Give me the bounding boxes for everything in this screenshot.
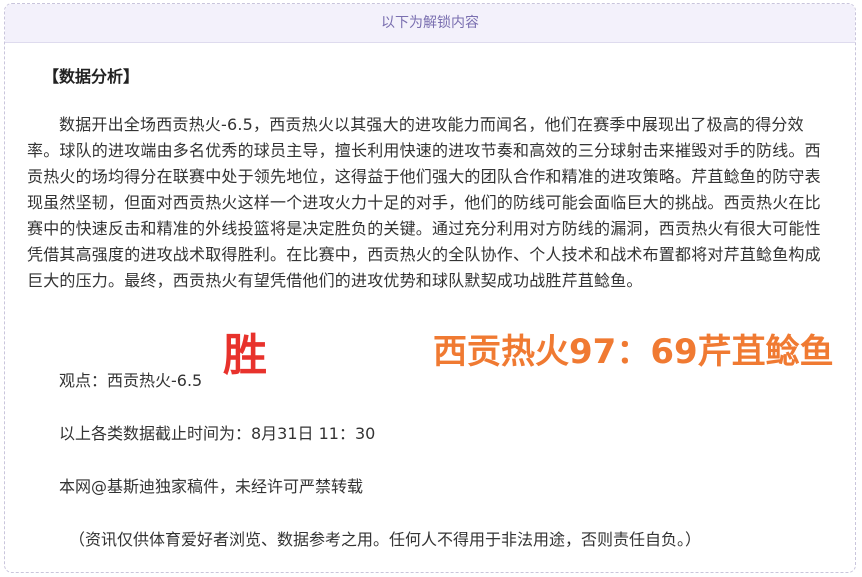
- win-stamp: 胜: [223, 330, 267, 381]
- article-content: 【数据分析】 数据开出全场西贡热火-6.5，西贡热火以其强大的进攻能力而闻名，他…: [27, 64, 835, 549]
- article-heading: 【数据分析】: [43, 67, 140, 86]
- prediction-line: 观点：西贡热火-6.5: [59, 371, 203, 390]
- disclaimer-line: （资讯仅供体育爱好者浏览、数据参考之用。任何人不得用于非法用途，否则责任自负。）: [69, 530, 702, 549]
- data-cutoff-line: 以上各类数据截止时间为：8月31日 11：30: [59, 424, 376, 443]
- article-body: 数据开出全场西贡热火-6.5，西贡热火以其强大的进攻能力而闻名，他们在赛季中展现…: [27, 115, 821, 290]
- final-score-stamp: 西贡热火97：69芹苴鲶鱼: [433, 332, 834, 372]
- unlocked-banner-label: 以下为解锁内容: [381, 15, 479, 31]
- copyright-line: 本网@基斯迪独家稿件，未经许可严禁转载: [59, 477, 364, 496]
- unlocked-banner: 以下为解锁内容: [5, 4, 855, 43]
- unlocked-content-card: 以下为解锁内容 【数据分析】 数据开出全场西贡热火-6.5，西贡热火以其强大的进…: [4, 3, 856, 573]
